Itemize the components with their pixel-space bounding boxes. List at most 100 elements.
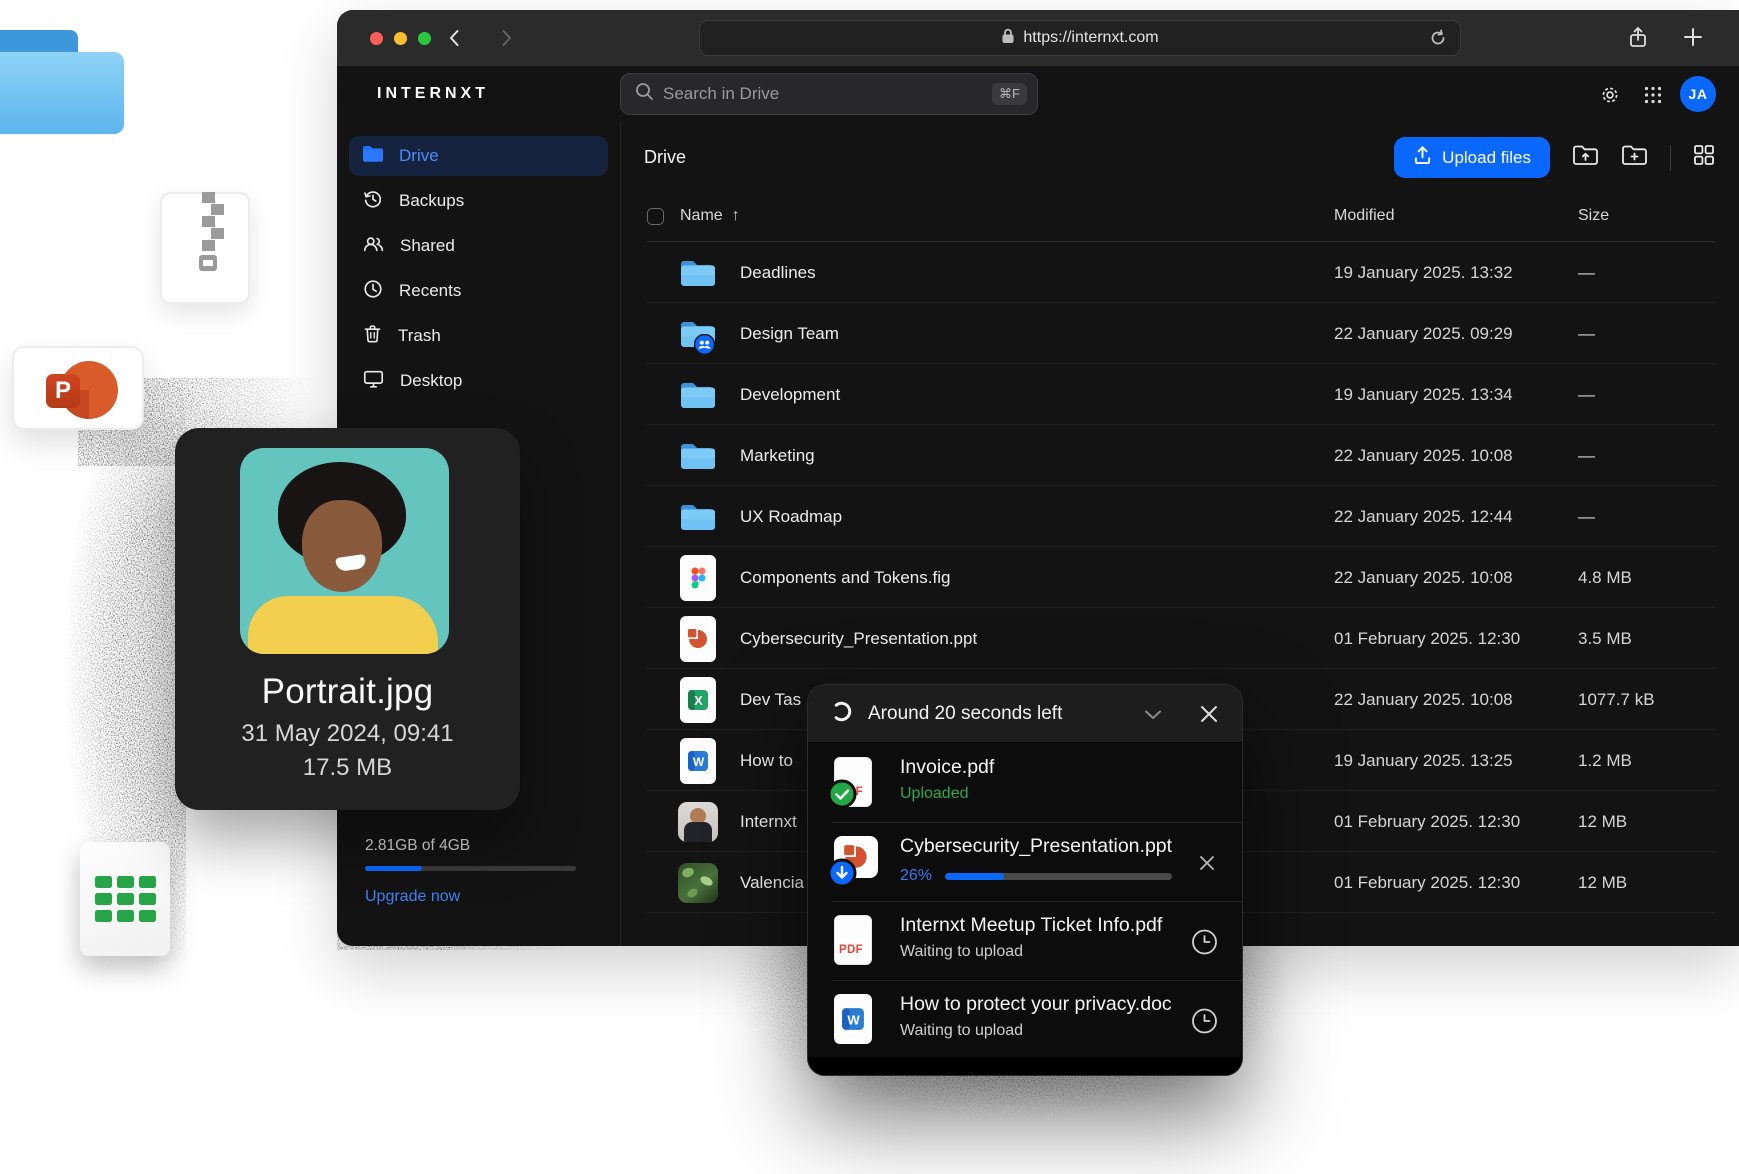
sidebar-item-label: Drive bbox=[399, 146, 439, 166]
figma-file-icon bbox=[678, 554, 718, 602]
shared-badge-icon bbox=[694, 334, 715, 360]
upload-icon bbox=[1413, 145, 1432, 170]
storage-progress-bar bbox=[365, 866, 576, 871]
file-modified: 01 February 2025. 12:30 bbox=[1334, 812, 1520, 832]
folder-blue-lg-icon bbox=[678, 371, 718, 419]
upload-files-button[interactable]: Upload files bbox=[1394, 137, 1550, 178]
file-size: 3.5 MB bbox=[1578, 629, 1632, 649]
sidebar-item-label: Desktop bbox=[400, 371, 462, 391]
table-row[interactable]: Design Team 22 January 2025. 09:29 — bbox=[621, 303, 1739, 364]
forward-icon[interactable] bbox=[495, 27, 517, 49]
search-placeholder: Search in Drive bbox=[663, 84, 983, 104]
storage-meter: 2.81GB of 4GB Upgrade now bbox=[365, 837, 576, 906]
file-modified: 19 January 2025. 13:34 bbox=[1334, 385, 1513, 405]
sort-asc-icon: ↑ bbox=[732, 207, 740, 225]
sidebar-item-label: Recents bbox=[399, 281, 461, 301]
url-text: https://internxt.com bbox=[1023, 29, 1158, 47]
sidebar-item[interactable]: Recents bbox=[349, 271, 608, 311]
svg-text:W: W bbox=[693, 755, 705, 769]
upgrade-link[interactable]: Upgrade now bbox=[365, 888, 460, 906]
table-row[interactable]: Components and Tokens.fig 22 January 202… bbox=[621, 547, 1739, 608]
search-input[interactable]: Search in Drive ⌘F bbox=[620, 73, 1038, 115]
portrait-date: 31 May 2024, 09:41 bbox=[175, 720, 520, 748]
drive-toolbar: Drive Upload files bbox=[621, 122, 1739, 194]
portrait-preview-card: Portrait.jpg 31 May 2024, 09:41 17.5 MB bbox=[175, 428, 520, 810]
folder-blue-lg-icon bbox=[678, 493, 718, 541]
file-size: 1077.7 kB bbox=[1578, 690, 1655, 710]
upload-progress: 26% bbox=[900, 867, 1172, 885]
sidebar-item-label: Trash bbox=[398, 326, 441, 346]
image-plants-icon bbox=[678, 859, 718, 907]
column-header-modified[interactable]: Modified bbox=[1334, 207, 1394, 225]
decor-powerpoint-icon: P bbox=[12, 346, 144, 430]
upload-item: PDF Invoice.pdf Uploaded bbox=[808, 744, 1242, 823]
upload-percent: 26% bbox=[900, 867, 932, 885]
column-header-name[interactable]: Name ↑ bbox=[680, 207, 740, 225]
storage-usage-text: 2.81GB of 4GB bbox=[365, 837, 576, 855]
toolbar-divider bbox=[1670, 145, 1671, 171]
decor-spreadsheet-icon bbox=[80, 842, 170, 956]
upload-item-name: Internxt Meetup Ticket Info.pdf bbox=[900, 914, 1172, 937]
file-size: 1.2 MB bbox=[1578, 751, 1632, 771]
back-icon[interactable] bbox=[444, 27, 466, 49]
trash-icon bbox=[362, 323, 383, 350]
sidebar-item[interactable]: Desktop bbox=[349, 361, 608, 401]
file-size: — bbox=[1578, 507, 1595, 527]
reload-icon[interactable] bbox=[1428, 28, 1448, 53]
file-name: Marketing bbox=[740, 446, 815, 466]
browser-chrome: https://internxt.com bbox=[337, 10, 1739, 66]
table-row[interactable]: Cybersecurity_Presentation.ppt 01 Februa… bbox=[621, 608, 1739, 669]
file-modified: 22 January 2025. 12:44 bbox=[1334, 507, 1513, 527]
avatar[interactable]: JA bbox=[1680, 76, 1716, 112]
upload-item-status: Waiting to upload bbox=[900, 943, 1172, 961]
clock-action-icon[interactable] bbox=[1191, 1007, 1218, 1034]
file-name: Valencia bbox=[740, 873, 804, 893]
file-name: UX Roadmap bbox=[740, 507, 842, 527]
grid-view-icon[interactable] bbox=[1693, 144, 1715, 171]
table-row[interactable]: UX Roadmap 22 January 2025. 12:44 — bbox=[621, 486, 1739, 547]
cancel-small-icon[interactable] bbox=[1196, 852, 1218, 874]
minimize-window-button[interactable] bbox=[394, 32, 407, 45]
settings-gear-icon[interactable] bbox=[1599, 84, 1621, 111]
table-row[interactable]: Marketing 22 January 2025. 10:08 — bbox=[621, 425, 1739, 486]
sidebar-item[interactable]: Drive bbox=[349, 136, 608, 176]
file-name: Components and Tokens.fig bbox=[740, 568, 950, 588]
table-row[interactable]: Deadlines 19 January 2025. 13:32 — bbox=[621, 242, 1739, 303]
folder-blue-lg-icon bbox=[678, 249, 718, 297]
column-header-size[interactable]: Size bbox=[1578, 207, 1609, 225]
share-icon[interactable] bbox=[1627, 26, 1649, 55]
address-bar[interactable]: https://internxt.com bbox=[699, 20, 1461, 56]
people-icon bbox=[362, 233, 385, 260]
file-size: — bbox=[1578, 263, 1595, 283]
apps-grid-icon[interactable] bbox=[1644, 86, 1662, 109]
upload-item: PDF Internxt Meetup Ticket Info.pdf Wait… bbox=[808, 902, 1242, 981]
file-modified: 22 January 2025. 10:08 bbox=[1334, 568, 1513, 588]
close-window-button[interactable] bbox=[370, 32, 383, 45]
sidebar-item[interactable]: Trash bbox=[349, 316, 608, 356]
chevron-down-icon[interactable] bbox=[1141, 702, 1165, 726]
upload-item: W How to protect your privacy.doc Waitin… bbox=[808, 981, 1242, 1060]
toast-footer bbox=[808, 1057, 1242, 1075]
new-tab-icon[interactable] bbox=[1681, 25, 1705, 54]
upload-folder-icon[interactable] bbox=[1572, 143, 1599, 172]
sidebar-item-label: Backups bbox=[399, 191, 464, 211]
clock-action-icon[interactable] bbox=[1191, 928, 1218, 955]
table-row[interactable]: Development 19 January 2025. 13:34 — bbox=[621, 364, 1739, 425]
history-icon bbox=[362, 188, 384, 215]
decor-zip-file-icon bbox=[160, 192, 250, 304]
file-modified: 22 January 2025. 10:08 bbox=[1334, 446, 1513, 466]
close-icon[interactable] bbox=[1198, 703, 1220, 725]
select-all-checkbox[interactable] bbox=[647, 208, 664, 225]
upload-item-status: Uploaded bbox=[900, 785, 1172, 803]
portrait-filename: Portrait.jpg bbox=[175, 672, 520, 712]
spinner-icon bbox=[830, 700, 853, 728]
file-size: 4.8 MB bbox=[1578, 568, 1632, 588]
sidebar-item-label: Shared bbox=[400, 236, 455, 256]
new-folder-icon[interactable] bbox=[1621, 143, 1648, 172]
sidebar-item[interactable]: Backups bbox=[349, 181, 608, 221]
upload-item-name: Cybersecurity_Presentation.ppt bbox=[900, 835, 1172, 858]
file-modified: 01 February 2025. 12:30 bbox=[1334, 873, 1520, 893]
sidebar-item[interactable]: Shared bbox=[349, 226, 608, 266]
lock-icon bbox=[1001, 28, 1015, 49]
zoom-window-button[interactable] bbox=[418, 32, 431, 45]
